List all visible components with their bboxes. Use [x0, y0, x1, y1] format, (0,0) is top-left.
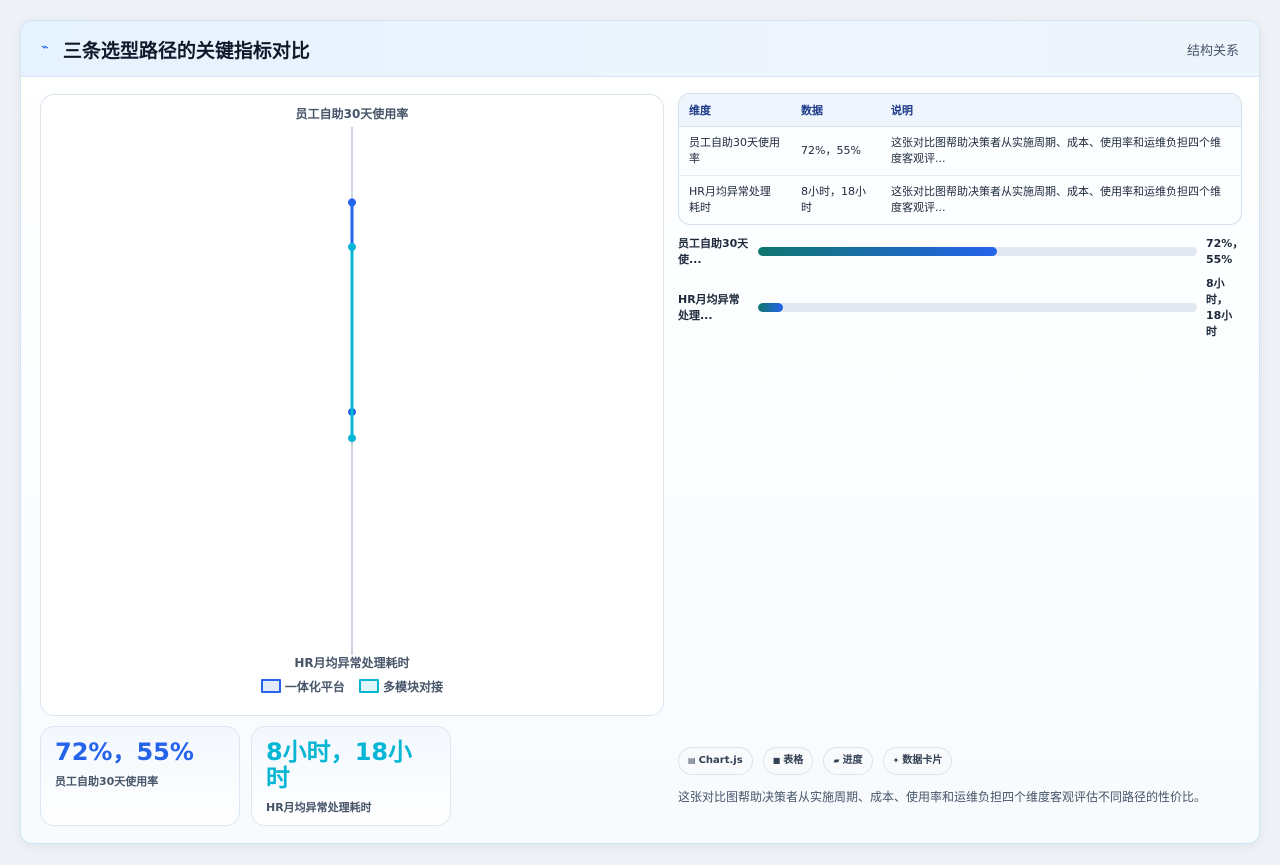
- radar-chart: 员工自助30天使用率 HR月均异常处理耗时: [294, 106, 409, 670]
- progress-value-hours: 8小时，18小时: [1206, 277, 1233, 338]
- table-icon: ■: [772, 756, 781, 765]
- progress-track-usage: [758, 247, 1197, 256]
- data-table: 维度 数据 说明 员工自助30天使用率 72%，55% 这张对比图帮助决策者从实…: [678, 93, 1242, 225]
- chart-legend: 一体化平台 多模块对接: [41, 678, 663, 695]
- cell-data: 72%，55%: [791, 126, 881, 176]
- legend-swatch-multi-module: [359, 679, 380, 693]
- cell-dimension: 员工自助30天使用率: [679, 126, 791, 176]
- chip-label: Chart.js: [698, 755, 743, 766]
- legend-item-integrated[interactable]: 一体化平台: [260, 678, 345, 695]
- data-point-s1-0: [348, 242, 356, 251]
- axis-label-1: HR月均异常处理耗时: [294, 655, 409, 670]
- cell-data: 8小时，18小时: [801, 185, 866, 214]
- chip-progress[interactable]: ▰ 进度: [823, 747, 873, 775]
- legend-label-multi-module: 多模块对接: [383, 680, 444, 694]
- cell-note: 这张对比图帮助决策者从实施周期、成本、使用率和运维负担四个维度客观评...: [881, 126, 1241, 176]
- chip-label: 数据卡片: [902, 755, 943, 766]
- data-point-s0-0: [348, 198, 356, 207]
- progress-fill-hours: [758, 303, 784, 312]
- card-icon: ✦: [892, 756, 900, 765]
- radar-chart-panel: 员工自助30天使用率 HR月均异常处理耗时 一体化平台 多模块对接: [40, 94, 664, 716]
- spark-icon: ⌁: [41, 40, 49, 55]
- kpi-label-usage: 员工自助30天使用率: [55, 775, 159, 788]
- chip-chartjs[interactable]: ▤ Chart.js: [678, 747, 753, 775]
- header: ⌁ 三条选型路径的关键指标对比 结构关系: [21, 21, 1259, 77]
- progress-track-hours: [758, 303, 1197, 312]
- tech-chips: ▤ Chart.js ■ 表格 ▰ 进度 ✦ 数据卡片: [678, 747, 957, 775]
- progress-value-usage: 72%，55%: [1206, 237, 1244, 266]
- progress-icon: ▰: [833, 756, 840, 765]
- relation-link[interactable]: 结构关系: [1187, 40, 1239, 59]
- table-header-row: 维度 数据 说明: [679, 94, 1241, 127]
- legend-label-integrated: 一体化平台: [284, 680, 345, 694]
- data-point-s1-1: [348, 434, 356, 443]
- axis-label-0: 员工自助30天使用率: [296, 106, 409, 121]
- col-header-data: 数据: [791, 94, 881, 127]
- page-title: 三条选型路径的关键指标对比: [63, 40, 311, 62]
- kpi-value-hours: 8小时，18小时: [266, 738, 413, 792]
- kpi-card-usage: 72%，55% 员工自助30天使用率: [40, 726, 240, 826]
- main-card: ⌁ 三条选型路径的关键指标对比 结构关系 员工自助30天使用率 HR月均异常处理耗…: [20, 20, 1260, 844]
- progress-label-usage: 员工自助30天使...: [678, 237, 749, 266]
- chip-data-card[interactable]: ✦ 数据卡片: [882, 747, 953, 775]
- kpi-card-hours: 8小时，18小时 HR月均异常处理耗时: [251, 726, 451, 826]
- cell-note: 这张对比图帮助决策者从实施周期、成本、使用率和运维负担四个维度客观评...: [891, 185, 1221, 214]
- col-header-note: 说明: [881, 94, 1241, 127]
- table-row: 员工自助30天使用率 72%，55% 这张对比图帮助决策者从实施周期、成本、使用…: [679, 126, 1241, 176]
- chart-icon: ▤: [688, 756, 696, 765]
- chip-table[interactable]: ■ 表格: [762, 747, 814, 775]
- col-header-dimension: 维度: [679, 94, 791, 127]
- chart-description: 这张对比图帮助决策者从实施周期、成本、使用率和运维负担四个维度客观评估不同路径的…: [678, 790, 1207, 804]
- legend-swatch-integrated: [260, 679, 281, 693]
- progress-label-hours: HR月均异常处理...: [678, 293, 740, 322]
- kpi-label-hours: HR月均异常处理耗时: [266, 801, 372, 814]
- kpi-value-usage: 72%，55%: [55, 738, 194, 766]
- cell-dimension: HR月均异常处理耗时: [689, 185, 771, 214]
- legend-item-multi-module[interactable]: 多模块对接: [359, 678, 443, 695]
- chip-label: 进度: [842, 755, 863, 766]
- progress-fill-usage: [758, 247, 998, 256]
- table-row: HR月均异常处理耗时 8小时，18小时 这张对比图帮助决策者从实施周期、成本、使…: [679, 176, 1241, 225]
- chip-label: 表格: [783, 755, 804, 766]
